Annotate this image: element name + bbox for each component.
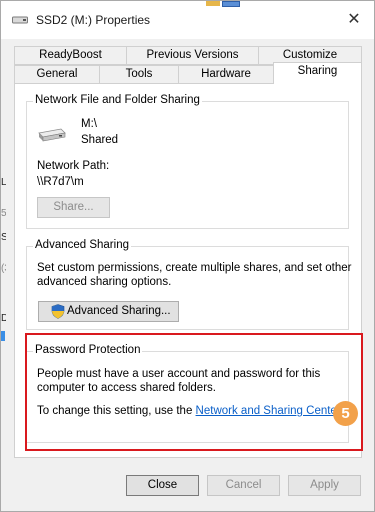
tab-hardware[interactable]: Hardware bbox=[178, 65, 274, 84]
advanced-sharing-title: Advanced Sharing bbox=[33, 239, 131, 251]
step-number-badge: 5 bbox=[333, 401, 358, 426]
title-bar: SSD2 (M:) Properties ✕ bbox=[1, 1, 374, 39]
password-protection-line1: People must have a user account and pass… bbox=[37, 368, 321, 380]
apply-button[interactable]: Apply bbox=[288, 475, 361, 496]
share-button[interactable]: Share... bbox=[37, 197, 110, 218]
advanced-sharing-description-line1: Set custom permissions, create multiple … bbox=[37, 262, 352, 274]
change-setting-prefix: To change this setting, use the bbox=[37, 405, 196, 417]
password-protection-line2: computer to access shared folders. bbox=[37, 382, 216, 394]
tab-previous-versions[interactable]: Previous Versions bbox=[126, 46, 259, 65]
network-path-label: Network Path: bbox=[37, 160, 110, 172]
cancel-button[interactable]: Cancel bbox=[207, 475, 280, 496]
password-protection-title: Password Protection bbox=[33, 344, 143, 356]
background-fragment bbox=[1, 331, 5, 341]
close-button[interactable]: Close bbox=[126, 475, 199, 496]
network-path-value: \\R7d7\m bbox=[37, 176, 84, 188]
advanced-sharing-button[interactable]: Advanced Sharing... bbox=[38, 301, 179, 322]
advanced-sharing-description-line2: advanced sharing options. bbox=[37, 276, 172, 288]
network-sharing-center-link[interactable]: Network and Sharing Center bbox=[196, 405, 340, 417]
drive-name: M:\ bbox=[81, 118, 97, 130]
uac-shield-icon bbox=[51, 304, 65, 319]
tab-readyboost[interactable]: ReadyBoost bbox=[14, 46, 127, 65]
change-setting-text: To change this setting, use the Network … bbox=[37, 405, 343, 417]
close-window-button[interactable]: ✕ bbox=[342, 9, 366, 31]
properties-window: SSD2 (M:) Properties ✕ Lo 55 SS (3 De Re… bbox=[0, 0, 375, 512]
tab-general[interactable]: General bbox=[14, 65, 100, 84]
advanced-sharing-button-label: Advanced Sharing... bbox=[67, 305, 171, 317]
background-fragment: De bbox=[1, 313, 6, 324]
background-fragment: Lo bbox=[1, 177, 6, 188]
window-title: SSD2 (M:) Properties bbox=[36, 13, 151, 27]
background-window-icon bbox=[206, 1, 242, 7]
drive-icon bbox=[12, 16, 28, 24]
background-fragment: (3 bbox=[1, 263, 6, 274]
tab-sharing[interactable]: Sharing bbox=[273, 62, 362, 84]
drive-share-status: Shared bbox=[81, 134, 119, 146]
background-fragment: 55 bbox=[1, 208, 6, 219]
password-protection-group bbox=[26, 351, 349, 443]
tab-tools[interactable]: Tools bbox=[99, 65, 179, 84]
drive-icon bbox=[38, 128, 66, 142]
background-fragment: SS bbox=[1, 232, 6, 243]
network-sharing-title: Network File and Folder Sharing bbox=[33, 94, 202, 106]
